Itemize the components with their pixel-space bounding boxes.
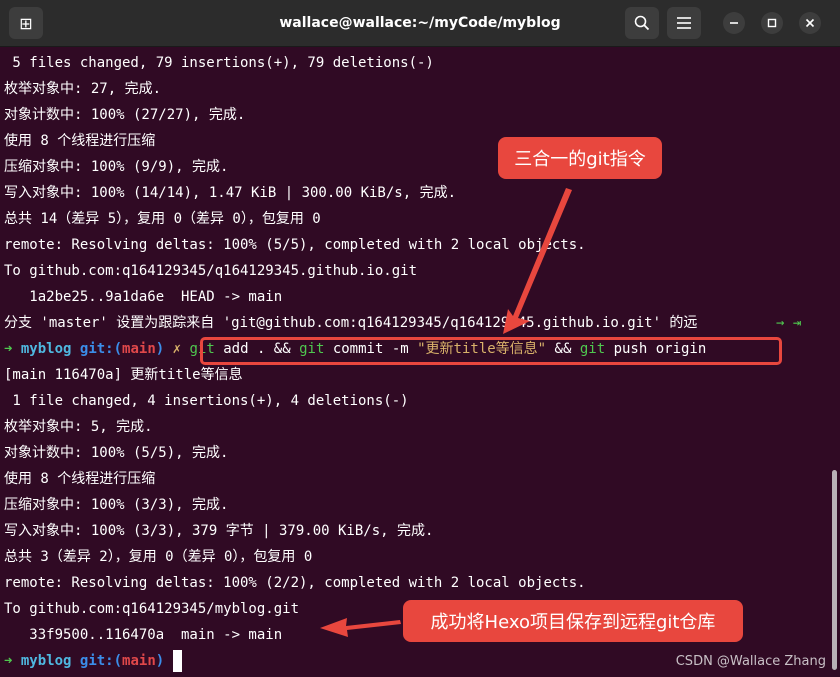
- prompt-git-label: git:(: [79, 341, 123, 357]
- terminal-line: 写入对象中: 100% (14/14), 1.47 KiB | 300.00 K…: [4, 185, 457, 201]
- terminal-line: 使用 8 个线程进行压缩: [4, 471, 156, 487]
- title-bar: ⊞ wallace@wallace:~/myCode/myblog: [0, 0, 840, 47]
- prompt-branch: main: [122, 653, 156, 669]
- hamburger-menu-icon[interactable]: [667, 7, 701, 39]
- terminal-line: 压缩对象中: 100% (3/3), 完成.: [4, 497, 229, 513]
- prompt-dirty-marker: ✗: [164, 341, 182, 357]
- prompt-git-close: ): [155, 653, 165, 669]
- window-title: wallace@wallace:~/myCode/myblog: [279, 15, 561, 31]
- terminal-cursor[interactable]: [172, 650, 182, 672]
- prompt-git-close: ): [155, 341, 165, 357]
- terminal-line: 总共 3（差异 2），复用 0（差异 0），包复用 0: [4, 549, 313, 565]
- terminal-line: 对象计数中: 100% (5/5), 完成.: [4, 445, 229, 461]
- search-icon[interactable]: [625, 7, 659, 39]
- command-highlight-box: [200, 337, 782, 365]
- terminal-line: 写入对象中: 100% (3/3), 379 字节 | 379.00 KiB/s…: [4, 523, 434, 539]
- terminal-line: To github.com:q164129345/q164129345.gith…: [4, 263, 418, 279]
- prompt-arrow: ➜: [4, 341, 13, 357]
- prompt-branch: main: [122, 341, 156, 357]
- line-overflow-indicator: → ⇥: [776, 315, 802, 331]
- maximize-icon[interactable]: [761, 12, 783, 34]
- terminal-line: 总共 14（差异 5），复用 0（差异 0），包复用 0: [4, 211, 321, 227]
- close-icon[interactable]: [799, 12, 821, 34]
- terminal-line: remote: Resolving deltas: 100% (5/5), co…: [4, 237, 586, 253]
- terminal-line: 1 file changed, 4 insertions(+), 4 delet…: [4, 393, 409, 409]
- terminal-line: 1a2be25..9a1da6e HEAD -> main: [4, 289, 283, 305]
- terminal-line: [main 116470a] 更新title等信息: [4, 367, 243, 383]
- callout-three-in-one: 三合一的git指令: [498, 137, 662, 179]
- terminal-line: 压缩对象中: 100% (9/9), 完成.: [4, 159, 229, 175]
- prompt-arrow: ➜: [4, 653, 13, 669]
- terminal-scrollbar[interactable]: [832, 470, 837, 670]
- prompt-git-label: git:(: [79, 653, 123, 669]
- prompt-directory: myblog: [20, 653, 72, 669]
- terminal-line: 使用 8 个线程进行压缩: [4, 133, 156, 149]
- terminal-line: 枚举对象中: 5, 完成.: [4, 419, 153, 435]
- watermark: CSDN @Wallace Zhang: [675, 654, 826, 669]
- terminal-line: remote: Resolving deltas: 100% (2/2), co…: [4, 575, 586, 591]
- terminal-line: 对象计数中: 100% (27/27), 完成.: [4, 107, 246, 123]
- callout-push-success: 成功将Hexo项目保存到远程git仓库: [403, 600, 743, 642]
- terminal-line: 5 files changed, 79 insertions(+), 79 de…: [4, 55, 434, 71]
- minimize-icon[interactable]: [723, 12, 745, 34]
- prompt-directory: myblog: [20, 341, 72, 357]
- terminal-line: 枚举对象中: 27, 完成.: [4, 81, 162, 97]
- tracking-branch-text: 分支 'master' 设置为跟踪来自 'git@github.com:q164…: [4, 315, 698, 331]
- terminal-line: 分支 'master' 设置为跟踪来自 'git@github.com:q164…: [0, 310, 826, 336]
